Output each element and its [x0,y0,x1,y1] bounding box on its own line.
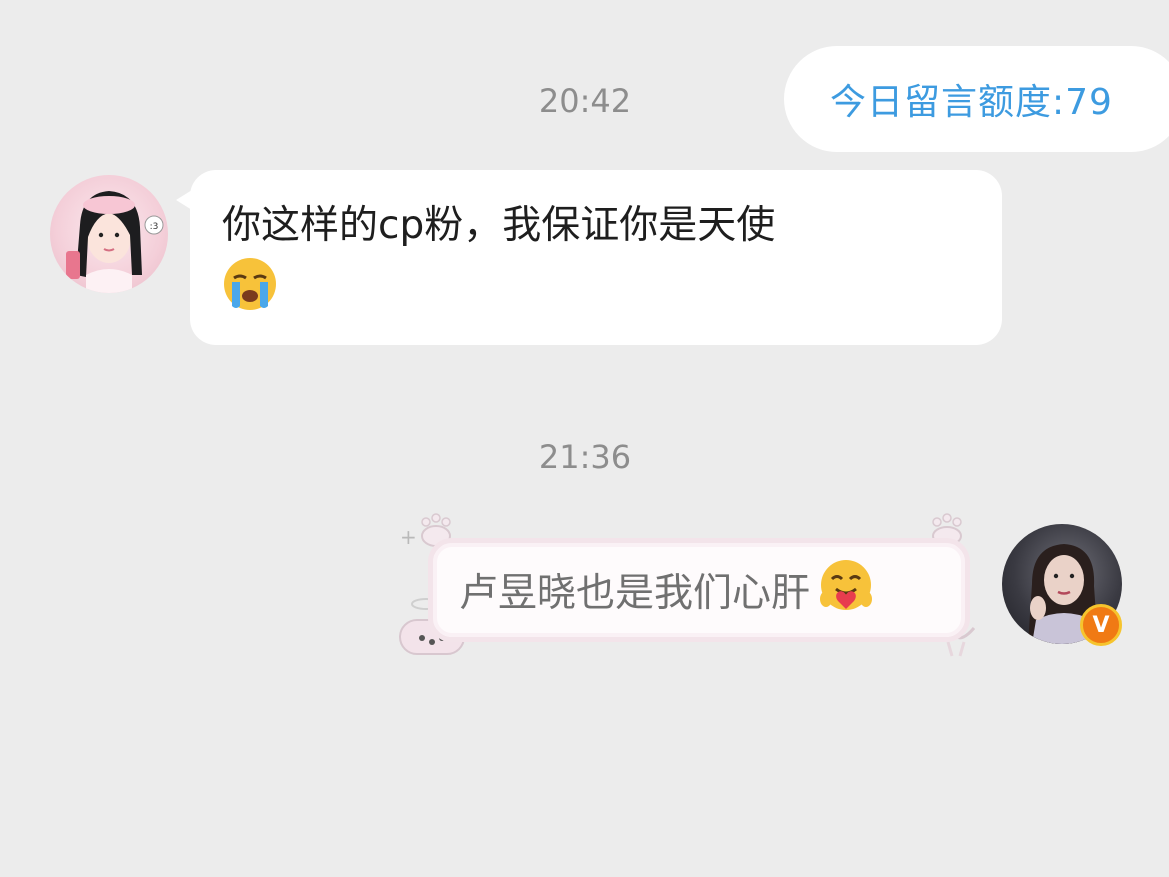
loudly-crying-face-icon [222,256,278,330]
message-bubble-outgoing[interactable]: 卢昱晓也是我们心肝 [428,538,970,642]
avatar[interactable]: :3 [50,175,168,293]
svg-text::3: :3 [150,222,159,232]
verified-badge-letter: V [1092,612,1110,638]
message-bubble-incoming[interactable]: 你这样的cp粉，我保证你是天使 [176,170,1002,345]
quota-pill: 今日留言额度:79 [784,46,1169,152]
message-text: 卢昱晓也是我们心肝 [459,571,811,616]
svg-text:+: + [400,525,417,549]
avatar-portrait-icon: :3 [66,191,164,293]
timestamp: 20:42 [538,82,632,120]
quota-text: 今日留言额度:79 [830,82,1113,123]
message-text: 你这样的cp粉，我保证你是天使 [222,203,776,248]
timestamp: 21:36 [538,438,632,476]
smiling-face-with-hearts-icon [818,557,874,623]
verified-badge: V [1080,604,1122,646]
